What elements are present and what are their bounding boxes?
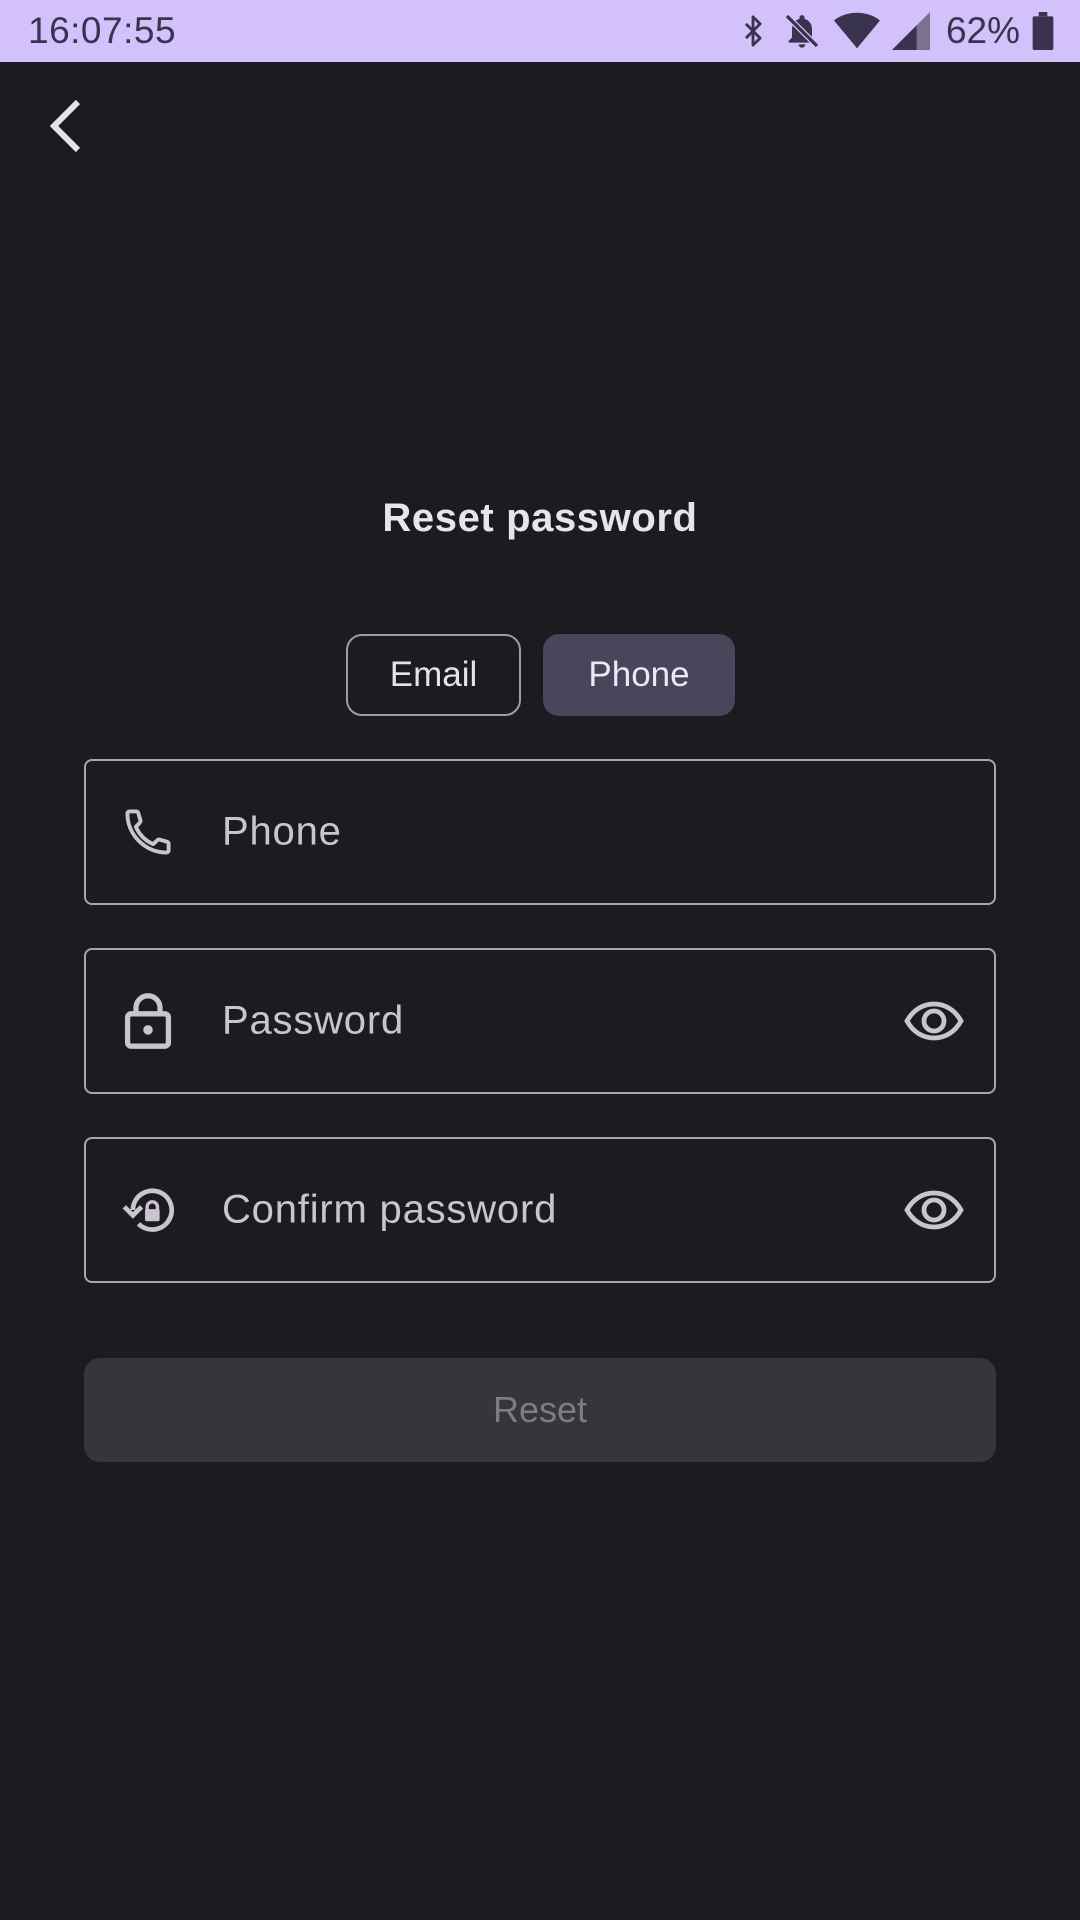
eye-icon[interactable] bbox=[902, 1178, 966, 1242]
status-icons: 62% bbox=[736, 10, 1054, 52]
phone-placeholder: Phone bbox=[222, 809, 342, 854]
phone-icon bbox=[120, 804, 176, 860]
bluetooth-icon bbox=[736, 11, 770, 51]
battery-percentage: 62% bbox=[945, 10, 1020, 51]
tab-phone[interactable]: Phone bbox=[543, 634, 735, 716]
battery-icon bbox=[1032, 12, 1054, 50]
eye-icon[interactable] bbox=[902, 989, 966, 1053]
reset-password-screen: 16:07:55 62% Reset password Email Phone … bbox=[0, 0, 1080, 1920]
reset-button[interactable]: Reset bbox=[84, 1358, 996, 1462]
chevron-left-icon bbox=[46, 98, 86, 159]
status-bar: 16:07:55 62% bbox=[0, 0, 1080, 62]
tab-email[interactable]: Email bbox=[346, 634, 521, 716]
password-field[interactable]: Password bbox=[84, 948, 996, 1094]
cellular-signal-icon bbox=[891, 11, 930, 51]
phone-field[interactable]: Phone bbox=[84, 759, 996, 905]
confirm-password-placeholder: Confirm password bbox=[222, 1187, 558, 1232]
page-title: Reset password bbox=[382, 496, 698, 540]
notifications-off-icon bbox=[782, 11, 822, 51]
password-placeholder: Password bbox=[222, 998, 405, 1043]
status-time: 16:07:55 bbox=[28, 10, 177, 51]
lock-icon bbox=[120, 993, 176, 1049]
confirm-password-field[interactable]: Confirm password bbox=[84, 1137, 996, 1283]
lock-reset-icon bbox=[120, 1182, 176, 1238]
wifi-icon bbox=[833, 11, 880, 51]
back-button[interactable] bbox=[30, 92, 102, 164]
